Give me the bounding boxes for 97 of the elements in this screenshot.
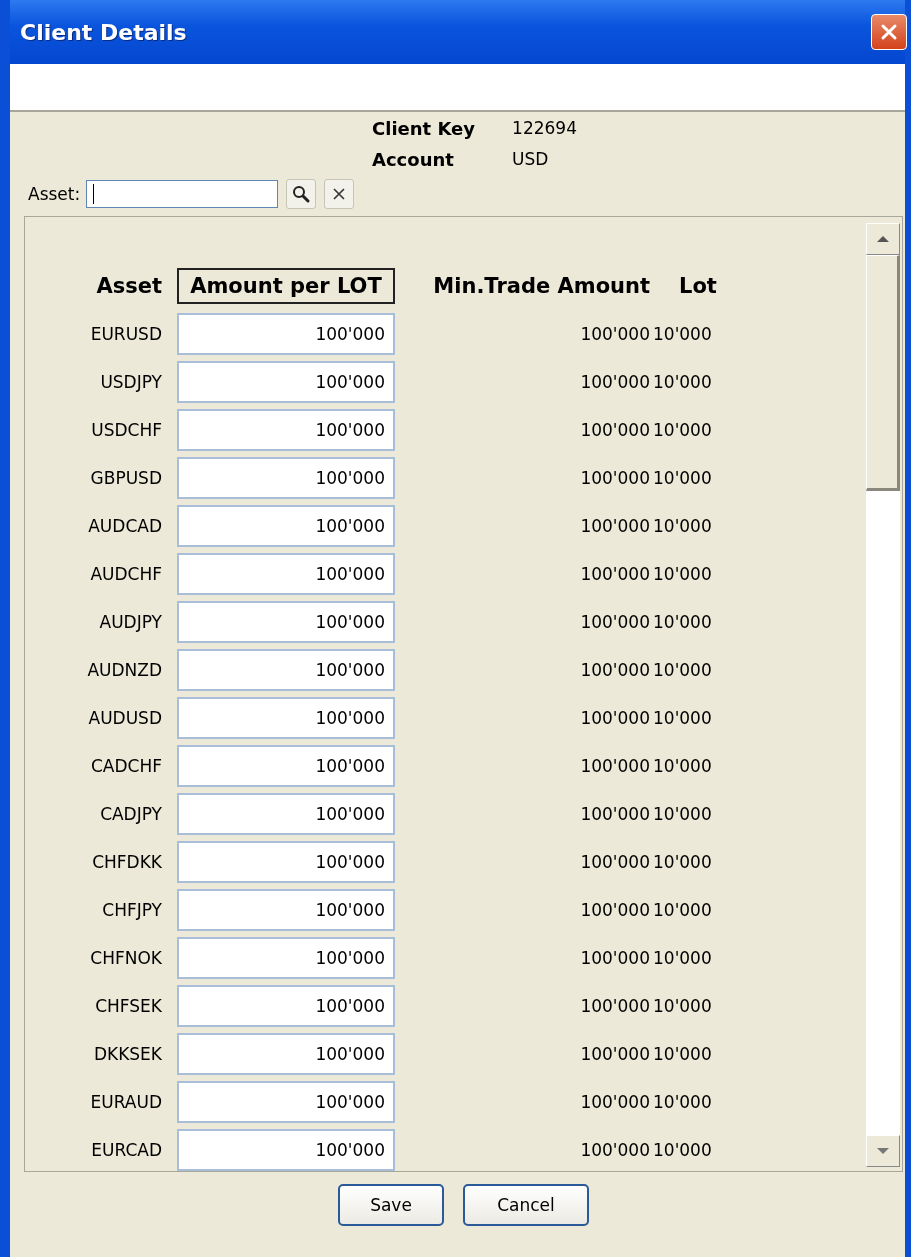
table-cell-text: CADJPY xyxy=(99,803,162,826)
asset-filter-field[interactable] xyxy=(86,180,279,208)
table-cell-text: 100'000 xyxy=(579,1139,650,1162)
table-cell-text: 10'000 xyxy=(653,899,713,922)
amount-field[interactable]: 100'000 xyxy=(177,457,395,499)
table-cell-text: 10'000 xyxy=(653,563,713,586)
table-cell-text: 100'000 xyxy=(579,371,650,394)
field-value: USD xyxy=(512,149,550,170)
table-cell-text: USDJPY xyxy=(99,371,162,394)
window-title: Client Details xyxy=(20,19,187,45)
table-cell-text: 100'000 xyxy=(579,1091,650,1114)
scroll-up-button[interactable] xyxy=(866,223,900,255)
amount-field[interactable]: 100'000 xyxy=(177,1033,395,1075)
table-cell-text: 10'000 xyxy=(653,947,713,970)
close-button[interactable] xyxy=(871,14,907,50)
amount-field[interactable]: 100'000 xyxy=(177,985,395,1027)
table-cell-text: 10'000 xyxy=(653,1043,713,1066)
table-cell-text: CHFJPY xyxy=(101,899,162,922)
table-cell-text: 10'000 xyxy=(653,467,713,490)
table-cell-text: 100'000 xyxy=(579,755,650,778)
column-header: Lot xyxy=(678,273,718,300)
scrollbar[interactable] xyxy=(866,223,900,1167)
column-header: Min.Trade Amount xyxy=(432,273,650,300)
table-cell-text: 10'000 xyxy=(653,419,713,442)
table-cell-text: 100'000 xyxy=(579,803,650,826)
table-cell-text: 10'000 xyxy=(653,323,713,346)
scroll-down-button[interactable] xyxy=(866,1135,900,1167)
amount-field[interactable]: 100'000 xyxy=(177,745,395,787)
table-cell-text: EURCAD xyxy=(90,1139,162,1162)
table-cell-text: 100'000 xyxy=(579,563,650,586)
clear-button[interactable] xyxy=(324,179,355,209)
scroll-thumb[interactable] xyxy=(866,255,900,491)
table-cell-text: 100'000 xyxy=(579,899,650,922)
table-cell-text: AUDCAD xyxy=(87,515,162,538)
field-value: 122694 xyxy=(512,118,578,139)
amount-field[interactable]: 100'000 xyxy=(177,793,395,835)
table-cell-text: 10'000 xyxy=(653,1091,713,1114)
table-cell-text: CHFNOK xyxy=(89,947,162,970)
amount-field[interactable]: 100'000 xyxy=(177,409,395,451)
amount-field[interactable]: 100'000 xyxy=(177,697,395,739)
amount-field[interactable]: 100'000 xyxy=(177,361,395,403)
field-label: Client Key xyxy=(372,118,477,139)
amount-field[interactable]: 100'000 xyxy=(177,841,395,883)
table-cell-text: 100'000 xyxy=(579,419,650,442)
table-cell-text: 10'000 xyxy=(653,755,713,778)
table-cell-text: 100'000 xyxy=(579,851,650,874)
table-cell-text: 10'000 xyxy=(653,707,713,730)
table-cell-text: 10'000 xyxy=(653,995,713,1018)
search-button[interactable] xyxy=(286,179,317,209)
table-cell-text: GBPUSD xyxy=(89,467,162,490)
table-cell-text: 100'000 xyxy=(579,467,650,490)
amount-field[interactable]: 100'000 xyxy=(177,1081,395,1123)
field-label: Account xyxy=(372,149,455,170)
table-cell-text: 100'000 xyxy=(579,707,650,730)
table-cell-text: 10'000 xyxy=(653,611,713,634)
table-cell-text: 100'000 xyxy=(579,995,650,1018)
table-cell-text: AUDNZD xyxy=(86,659,162,682)
table-cell-text: 100'000 xyxy=(579,611,650,634)
table-cell-text: 10'000 xyxy=(653,851,713,874)
amount-field[interactable]: 100'000 xyxy=(177,601,395,643)
table-cell-text: 100'000 xyxy=(579,1043,650,1066)
table-cell-text: DKKSEK xyxy=(92,1043,162,1066)
save-button[interactable]: Save xyxy=(338,1184,444,1226)
cancel-button[interactable]: Cancel xyxy=(463,1184,589,1226)
amount-field[interactable]: 100'000 xyxy=(177,937,395,979)
table-cell-text: EURUSD xyxy=(89,323,162,346)
table-cell-text: 100'000 xyxy=(579,659,650,682)
table-cell-text: 100'000 xyxy=(579,323,650,346)
up-arrow-icon xyxy=(876,235,890,243)
clear-icon xyxy=(332,187,347,201)
table-cell-text: CHFDKK xyxy=(91,851,162,874)
table-cell-text: 10'000 xyxy=(653,515,713,538)
amount-field[interactable]: 100'000 xyxy=(177,313,395,355)
table-cell-text: 10'000 xyxy=(653,803,713,826)
close-icon xyxy=(880,23,898,41)
amount-field[interactable]: 100'000 xyxy=(177,505,395,547)
table-cell-text: AUDJPY xyxy=(98,611,162,634)
table-cell-text: CHFSEK xyxy=(94,995,162,1018)
amount-field[interactable]: 100'000 xyxy=(177,649,395,691)
table-cell-text: 10'000 xyxy=(653,371,713,394)
table-cell-text: CADCHF xyxy=(89,755,162,778)
table-cell-text: 10'000 xyxy=(653,1139,713,1162)
table-cell-text: 100'000 xyxy=(579,515,650,538)
table-cell-text: USDCHF xyxy=(90,419,162,442)
amount-field[interactable]: 100'000 xyxy=(177,1129,395,1171)
column-header: Asset xyxy=(95,273,162,300)
column-header: Amount per LOT xyxy=(177,268,395,304)
field-label: Asset: xyxy=(28,184,81,204)
table-cell-text: AUDCHF xyxy=(89,563,162,586)
amount-field[interactable]: 100'000 xyxy=(177,889,395,931)
table-cell-text: 100'000 xyxy=(579,947,650,970)
table-cell-text: EURAUD xyxy=(89,1091,162,1114)
down-arrow-icon xyxy=(876,1147,890,1155)
table-cell-text: 10'000 xyxy=(653,659,713,682)
search-icon xyxy=(291,184,312,204)
amount-field[interactable]: 100'000 xyxy=(177,553,395,595)
table-cell-text: AUDUSD xyxy=(87,707,162,730)
